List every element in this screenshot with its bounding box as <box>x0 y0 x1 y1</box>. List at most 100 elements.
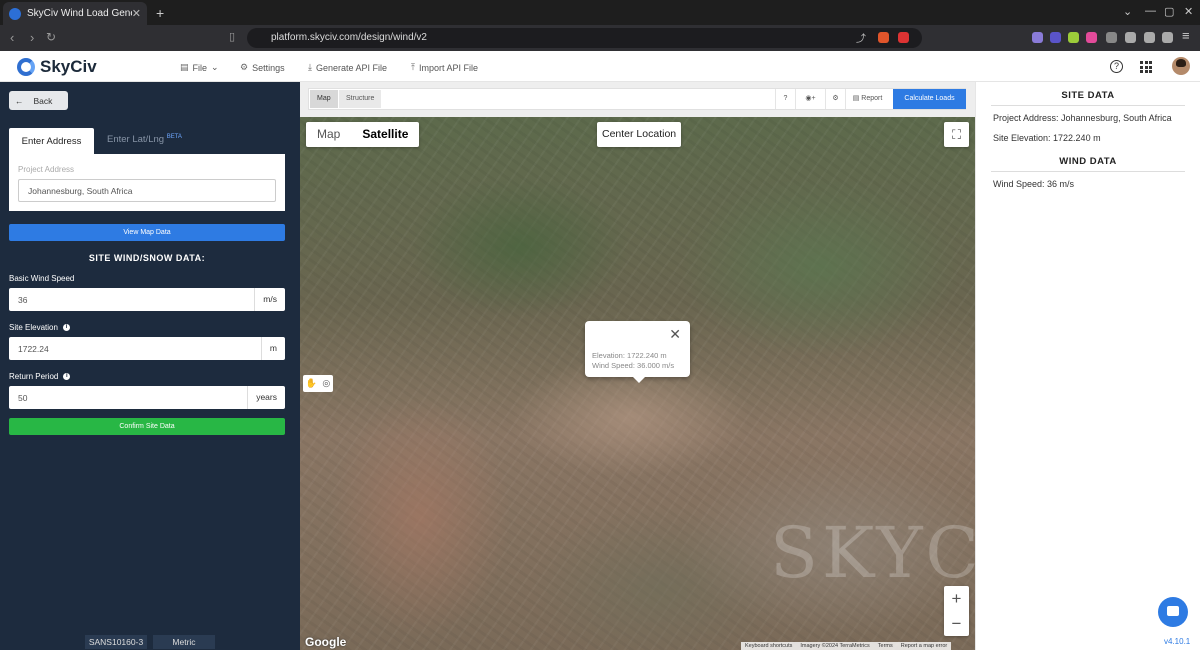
apps-grid-icon[interactable] <box>1140 61 1152 73</box>
site-elevation-text: Site Elevation: 1722.240 m <box>993 133 1101 143</box>
close-window-icon[interactable]: ✕ <box>1184 5 1193 18</box>
settings-label: Settings <box>252 62 285 73</box>
tab-close-icon[interactable]: ✕ <box>132 7 141 20</box>
sidebar-icon[interactable] <box>1125 32 1136 43</box>
back-nav-icon[interactable]: ‹ <box>10 30 14 45</box>
keyboard-shortcuts-link[interactable]: Keyboard shortcuts <box>745 642 792 650</box>
new-tab-icon[interactable]: + <box>156 5 164 21</box>
wind-speed-label-text: Basic Wind Speed <box>9 274 75 283</box>
extensions-icon[interactable] <box>1106 32 1117 43</box>
import-api-button[interactable]: ⤒ Import API File <box>411 62 478 73</box>
browser-tab[interactable]: SkyCiv Wind Load Generator ✕ <box>3 2 147 25</box>
report-map-error-link[interactable]: Report a map error <box>901 642 947 650</box>
extension-4-icon[interactable] <box>1086 32 1097 43</box>
left-panel: ← Back Enter Address Enter Lat/Lng BETA P… <box>0 82 300 650</box>
info-icon[interactable]: i <box>62 324 70 331</box>
extension-1-icon[interactable] <box>1032 32 1043 43</box>
wind-speed-field[interactable]: 36 m/s <box>9 288 285 311</box>
extension-2-icon[interactable] <box>1050 32 1061 43</box>
hand-icon[interactable]: ✋ <box>306 378 317 389</box>
close-popup-icon[interactable]: ✕ <box>669 326 681 343</box>
bookmark-icon[interactable]: ▯ <box>229 30 235 43</box>
brave-rewards-icon[interactable] <box>898 32 909 43</box>
return-period-field[interactable]: 50 years <box>9 386 285 409</box>
terms-link[interactable]: Terms <box>878 642 893 650</box>
browser-toolbar: ‹ › ↻ ▯ platform.skyciv.com/design/wind/… <box>0 25 1200 51</box>
map-type-map[interactable]: Map <box>306 122 351 147</box>
site-elevation-value: 1722.24 <box>18 344 49 354</box>
tab-title: SkyCiv Wind Load Generator <box>26 8 132 19</box>
design-code-badge[interactable]: SANS10160-3 <box>85 635 147 649</box>
camera-plus-icon[interactable]: ◉+ <box>795 89 825 109</box>
popup-elevation: Elevation: 1722.240 m <box>592 351 667 360</box>
return-period-value: 50 <box>18 393 28 403</box>
back-button[interactable]: ← Back <box>9 91 68 110</box>
map-type-control: Map Satellite <box>306 122 420 147</box>
info-icon[interactable]: i <box>63 373 71 380</box>
leo-icon[interactable] <box>1162 32 1173 43</box>
skyciv-logo-icon <box>17 58 35 76</box>
wind-speed-text: Wind Speed: 36 m/s <box>993 179 1075 189</box>
brave-shield-icon[interactable] <box>878 32 889 43</box>
download-icon: ⤓ <box>308 62 312 72</box>
return-period-label: Return Period i <box>9 372 71 381</box>
target-icon[interactable]: ◎ <box>322 378 330 389</box>
reload-icon[interactable]: ↻ <box>46 30 56 44</box>
arrow-left-icon: ← <box>15 95 24 106</box>
skyciv-watermark: SKYC <box>770 512 975 594</box>
browser-tab-bar: SkyCiv Wind Load Generator ✕ + ⌄ — ▢ ✕ <box>0 0 1200 25</box>
minimize-icon[interactable]: — <box>1145 5 1156 17</box>
report-button[interactable]: ▤ Report <box>845 89 889 109</box>
forward-nav-icon[interactable]: › <box>30 30 34 45</box>
settings-gear-icon[interactable]: ⚙ <box>825 89 845 109</box>
file-menu[interactable]: ▤ File ⌄ <box>180 62 219 73</box>
skyciv-logo[interactable]: SkyCiv <box>17 57 97 77</box>
share-icon[interactable]: ⤴ <box>856 30 867 45</box>
address-box: Project Address Johannesburg, South Afri… <box>9 154 285 211</box>
confirm-site-data-button[interactable]: Confirm Site Data <box>9 418 285 435</box>
version-label: v4.10.1 <box>1164 637 1191 646</box>
tab-list-icon[interactable]: ⌄ <box>1123 5 1132 18</box>
project-address-input[interactable]: Johannesburg, South Africa <box>18 179 276 202</box>
map-info-popup: ✕ Elevation: 1722.240 m Wind Speed: 36.0… <box>585 321 690 383</box>
google-logo: Google <box>305 635 347 649</box>
map-toolbar: Map Structure ? ◉+ ⚙ ▤ Report <box>308 88 966 110</box>
gear-icon: ⚙ <box>240 62 249 72</box>
avatar[interactable] <box>1172 57 1190 75</box>
return-period-label-text: Return Period <box>9 372 59 381</box>
seg-structure[interactable]: Structure <box>339 90 382 108</box>
zoom-out-icon[interactable]: − <box>944 611 969 636</box>
zoom-in-icon[interactable]: + <box>944 586 969 611</box>
site-elevation-label-text: Site Elevation <box>9 323 58 332</box>
tab-enter-latlng[interactable]: Enter Lat/Lng BETA <box>107 134 182 145</box>
chat-icon[interactable] <box>1158 597 1188 627</box>
maximize-icon[interactable]: ▢ <box>1164 5 1174 18</box>
return-period-unit: years <box>247 386 285 409</box>
map-type-satellite[interactable]: Satellite <box>351 122 419 147</box>
center-location-button[interactable]: Center Location <box>597 122 682 147</box>
browser-menu-icon[interactable]: ≡ <box>1182 28 1193 43</box>
settings-menu[interactable]: ⚙ Settings <box>240 62 285 73</box>
url-input[interactable]: platform.skyciv.com/design/wind/v2 <box>247 28 922 48</box>
brand-name: SkyCiv <box>40 57 97 76</box>
help-icon[interactable]: ? <box>1110 60 1123 73</box>
upload-icon: ⤒ <box>411 62 415 72</box>
extension-3-icon[interactable] <box>1068 32 1079 43</box>
view-map-data-button[interactable]: View Map Data <box>9 224 285 241</box>
generate-api-label: Generate API File <box>315 62 388 73</box>
map-attribution: Keyboard shortcuts Imagery ©2024 TerraMe… <box>741 642 952 650</box>
site-data-header: SITE DATA <box>991 90 1185 106</box>
units-badge[interactable]: Metric <box>153 635 215 649</box>
fullscreen-icon[interactable]: ⛶ <box>944 122 969 147</box>
calculate-loads-button[interactable]: Calculate Loads <box>893 89 966 109</box>
seg-map[interactable]: Map <box>310 90 338 108</box>
generate-api-button[interactable]: ⤓ Generate API File <box>308 62 387 73</box>
wallet-icon[interactable] <box>1144 32 1155 43</box>
popup-wind-speed: Wind Speed: 36.000 m/s <box>592 361 675 370</box>
site-elevation-field[interactable]: 1722.24 m <box>9 337 285 360</box>
help-button[interactable]: ? <box>775 89 795 109</box>
map-tools: ✋ ◎ <box>303 375 333 392</box>
zoom-control: + − <box>944 586 969 636</box>
imagery-credit: Imagery ©2024 TerraMetrics <box>800 643 870 649</box>
tab-enter-address[interactable]: Enter Address <box>9 128 94 154</box>
